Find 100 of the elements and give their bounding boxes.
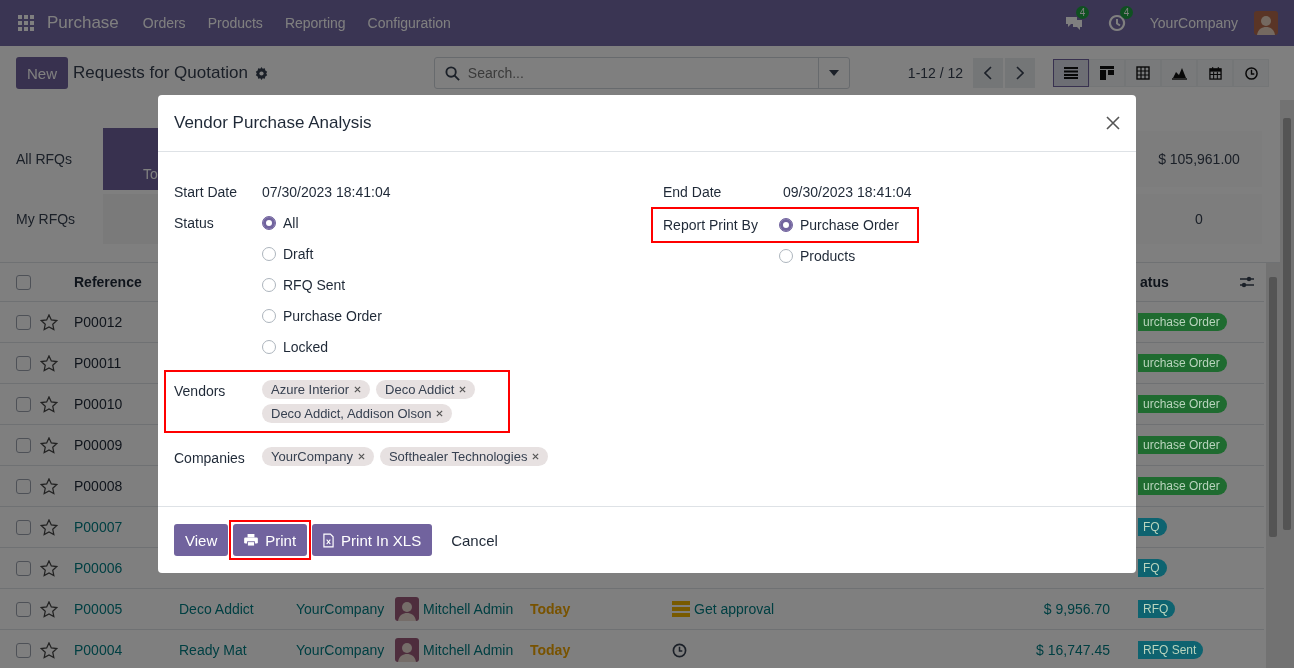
star-icon[interactable]	[40, 436, 58, 454]
radio-option[interactable]: Purchase Order	[262, 300, 382, 331]
kanban-view-button[interactable]	[1089, 59, 1126, 87]
pivot-view-button[interactable]	[1125, 59, 1162, 87]
status-badge: FQ	[1138, 518, 1167, 536]
list-view-button[interactable]	[1053, 59, 1090, 87]
field-label: Companies	[174, 449, 246, 466]
table-cell[interactable]: P00004	[74, 642, 123, 658]
activity-view-button[interactable]	[1233, 59, 1270, 87]
company-switcher[interactable]: YourCompany	[1149, 15, 1238, 31]
previous-button[interactable]	[973, 58, 1004, 88]
sliders-icon[interactable]	[1240, 276, 1254, 288]
table-cell: Today	[530, 642, 571, 658]
row-checkbox[interactable]	[16, 478, 31, 494]
star-icon[interactable]	[40, 395, 58, 413]
tag[interactable]: Softhealer Technologies	[379, 447, 549, 466]
chat-icon[interactable]	[1063, 14, 1084, 32]
date-field[interactable]: 07/30/2023 18:41:04	[262, 183, 391, 200]
cancel-button[interactable]: Cancel	[440, 524, 509, 556]
calendar-view-button[interactable]	[1197, 59, 1234, 87]
dialog-title: Vendor Purchase Analysis	[174, 113, 372, 133]
dashboard-label[interactable]: My RFQs	[16, 211, 103, 227]
tag[interactable]: Deco Addict	[376, 380, 476, 399]
radio-option[interactable]: RFQ Sent	[262, 269, 382, 300]
radio-option[interactable]: Purchase Order	[779, 217, 899, 233]
app-grid-icon[interactable]	[18, 15, 34, 31]
search-bar[interactable]: Search...	[433, 57, 850, 89]
close-icon[interactable]	[459, 386, 467, 393]
table-cell[interactable]: P00011	[74, 355, 122, 371]
star-icon[interactable]	[40, 600, 58, 618]
avatar-icon	[395, 597, 419, 621]
row-checkbox[interactable]	[16, 314, 31, 330]
status-badge: FQ	[1138, 559, 1167, 577]
select-all-checkbox[interactable]	[16, 274, 31, 290]
new-button[interactable]: New	[16, 57, 68, 89]
table-cell[interactable]: P00008	[74, 478, 123, 494]
table-cell[interactable]: P00007	[74, 519, 123, 535]
row-checkbox[interactable]	[16, 355, 31, 371]
row-checkbox[interactable]	[16, 437, 31, 453]
radio-option[interactable]: Products	[779, 243, 1120, 269]
settings-icon[interactable]	[254, 66, 268, 80]
radio-option[interactable]: All	[262, 207, 382, 238]
table-cell: YourCompany	[296, 601, 385, 617]
table-cell[interactable]: P00010	[74, 396, 123, 412]
table-cell[interactable]: P00012	[74, 314, 123, 330]
close-icon[interactable]	[532, 453, 540, 460]
menu-item[interactable]: Reporting	[284, 15, 346, 31]
pager-value[interactable]: 1-12 / 12	[907, 65, 964, 81]
kanban-icon	[1100, 66, 1115, 80]
close-icon[interactable]	[354, 386, 362, 393]
table-cell[interactable]: Get approval	[694, 601, 775, 617]
scrollbar[interactable]	[1280, 100, 1294, 668]
status-badge: RFQ	[1138, 600, 1176, 618]
radio-option[interactable]: Locked	[262, 331, 382, 362]
star-icon[interactable]	[40, 313, 58, 331]
star-icon[interactable]	[40, 559, 58, 577]
file-icon	[323, 532, 335, 548]
table-cell[interactable]: P00005	[74, 601, 123, 617]
row-checkbox[interactable]	[16, 396, 31, 412]
row-checkbox[interactable]	[16, 601, 31, 617]
print-xls-button[interactable]: Print In XLS	[312, 524, 433, 556]
search-field[interactable]: Search...	[459, 64, 818, 82]
column-header[interactable]: atus	[1140, 274, 1169, 290]
app-name[interactable]: Purchase	[47, 13, 119, 33]
list-icon	[1064, 67, 1079, 79]
star-icon[interactable]	[40, 641, 58, 659]
chart-icon	[1171, 66, 1188, 80]
star-icon[interactable]	[40, 354, 58, 372]
tag[interactable]: Deco Addict, Addison Olson	[262, 404, 453, 423]
tag[interactable]: Azure Interior	[262, 380, 371, 399]
table-cell: $ 9,956.70	[1043, 601, 1110, 617]
radio-option[interactable]: Draft	[262, 238, 382, 269]
table-cell[interactable]: P00009	[74, 437, 123, 453]
field-label: Status	[174, 215, 215, 231]
dashboard-label[interactable]: All RFQs	[16, 151, 103, 167]
graph-view-button[interactable]	[1161, 59, 1198, 87]
menu-item[interactable]: Orders	[142, 15, 186, 31]
next-button[interactable]	[1005, 58, 1036, 88]
star-icon[interactable]	[40, 518, 58, 536]
scrollbar[interactable]	[1266, 263, 1280, 668]
clock-icon[interactable]	[672, 642, 687, 658]
row-checkbox[interactable]	[16, 642, 31, 658]
close-icon[interactable]	[1106, 116, 1120, 130]
field-label: Start Date	[174, 183, 239, 200]
status-badge: urchase Order	[1138, 313, 1227, 331]
view-button[interactable]: View	[174, 524, 229, 556]
close-icon[interactable]	[357, 453, 365, 460]
printer-icon	[244, 534, 259, 546]
menu-item[interactable]: Products	[207, 15, 263, 31]
date-field[interactable]: 09/30/2023 18:41:04	[783, 183, 912, 200]
star-icon[interactable]	[40, 477, 58, 495]
menu-item[interactable]: Configuration	[367, 15, 451, 31]
row-checkbox[interactable]	[16, 519, 31, 535]
status-badge: urchase Order	[1138, 436, 1227, 454]
print-button[interactable]: Print	[233, 524, 308, 556]
table-cell[interactable]: P00006	[74, 560, 123, 576]
avatar-icon	[395, 638, 419, 662]
tag[interactable]: YourCompany	[262, 447, 374, 466]
row-checkbox[interactable]	[16, 560, 31, 576]
close-icon[interactable]	[436, 410, 444, 417]
